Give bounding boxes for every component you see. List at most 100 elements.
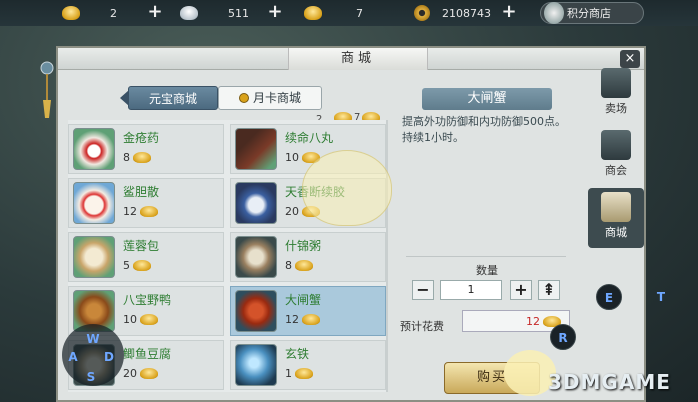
hotkey-s[interactable]: S — [78, 364, 104, 390]
ticket-count: 7 — [356, 6, 363, 20]
hotkey-d[interactable]: D — [96, 344, 122, 370]
item-price: 12 — [123, 205, 158, 218]
item-name: 什锦粥 — [285, 239, 322, 253]
steamed-bun-icon — [73, 236, 115, 278]
list-item[interactable]: 鲨胆散 12 — [68, 178, 224, 228]
points-shop-label: 积分商店 — [567, 7, 611, 20]
porridge-bowl-icon — [235, 236, 277, 278]
add-gold-button[interactable]: + — [146, 2, 164, 22]
quantity-input[interactable]: 1 — [440, 280, 502, 300]
medicine-bottle-icon — [73, 128, 115, 170]
ingot-icon — [140, 206, 158, 217]
ticket-resource: 7 — [304, 3, 363, 23]
sidebar-item-guild[interactable]: 商会 — [588, 126, 644, 186]
ticket-ingot-icon — [304, 6, 322, 20]
shop-sidebar: 卖场 商会 商城 — [588, 64, 644, 274]
crab-icon — [235, 290, 277, 332]
window-title-bar: 商城 × — [58, 48, 644, 70]
item-price-value: 5 — [123, 259, 130, 272]
quantity-label: 数量 — [476, 264, 498, 277]
sidebar-item-mall[interactable]: 商城 — [588, 188, 644, 248]
list-scroll-divider — [386, 120, 388, 392]
points-shop-button[interactable]: 积分商店 — [540, 2, 644, 24]
item-name: 玄铁 — [285, 347, 310, 361]
item-price-value: 10 — [285, 151, 299, 164]
list-item[interactable]: 莲蓉包 5 — [68, 232, 224, 282]
item-name: 莲蓉包 — [123, 239, 160, 253]
tassel-ornament-icon — [40, 61, 54, 118]
list-item[interactable]: 玄铁 1 — [230, 340, 386, 390]
item-price: 12 — [285, 313, 320, 326]
list-item[interactable]: 金疮药 8 — [68, 124, 224, 174]
item-price-value: 10 — [123, 313, 137, 326]
list-item[interactable]: 什锦粥 8 — [230, 232, 386, 282]
shop-tabs: 元宝商城 月卡商城 — [128, 86, 323, 110]
ingot-icon — [140, 368, 158, 379]
hotkey-e[interactable]: E — [596, 284, 622, 310]
item-price: 1 — [285, 367, 313, 380]
pavilion-icon — [601, 68, 631, 98]
cost-label: 预计花费 — [400, 320, 444, 333]
item-price: 8 — [123, 151, 151, 164]
item-price-value: 12 — [123, 205, 137, 218]
monthcard-badge-icon — [239, 93, 250, 103]
sidebar-item-label: 商城 — [605, 226, 627, 239]
coin-count: 2108743 — [442, 6, 491, 20]
silver-count: 511 — [228, 6, 249, 20]
item-name: 大闸蟹 — [285, 293, 322, 307]
ingot-icon — [302, 314, 320, 325]
cost-value: 12 — [526, 314, 540, 328]
gold-count: 2 — [110, 6, 117, 20]
gold-resource: 2 — [62, 3, 117, 23]
pill-box-icon — [235, 128, 277, 170]
list-item-selected[interactable]: 大闸蟹 12 — [230, 286, 386, 336]
item-price-value: 1 — [285, 367, 292, 380]
item-name: 鲨胆散 — [123, 185, 160, 199]
quantity-plus-button[interactable]: + — [510, 280, 532, 300]
item-price: 10 — [123, 313, 158, 326]
gold-ingot-icon — [62, 6, 80, 20]
merchant-icon — [544, 2, 564, 24]
sidebar-item-label: 商会 — [605, 164, 627, 177]
tab-monthcard-shop[interactable]: 月卡商城 — [218, 86, 323, 110]
item-name: 鲫鱼豆腐 — [123, 347, 172, 361]
tab-monthcard-label: 月卡商城 — [253, 91, 302, 105]
tower-icon — [601, 130, 631, 160]
item-price: 20 — [123, 367, 158, 380]
black-iron-ore-icon — [235, 344, 277, 386]
hotkey-r[interactable]: R — [550, 324, 576, 350]
add-silver-button[interactable]: + — [266, 2, 284, 22]
item-price: 5 — [123, 259, 151, 272]
item-price-value: 20 — [285, 205, 299, 218]
item-detail-panel: 大闸蟹 提高外功防御和内功防御500点。持续1小时。 数量 − 1 + ⇞ 预计… — [396, 86, 576, 396]
game-screen: 2 + 511 + 7 2108743 + 积分商店 商城 × 元宝商城 月卡商… — [0, 0, 698, 402]
resource-bar: 2 + 511 + 7 2108743 + 积分商店 — [0, 0, 698, 26]
gourd-bottle-icon — [73, 182, 115, 224]
sidebar-item-market[interactable]: 卖场 — [588, 64, 644, 124]
silver-ingot-icon — [180, 6, 198, 20]
copper-coin-icon — [414, 5, 430, 21]
ingot-icon — [295, 260, 313, 271]
quantity-minus-button[interactable]: − — [412, 280, 434, 300]
item-price-value: 20 — [123, 367, 137, 380]
shop-building-icon — [601, 192, 631, 222]
item-price-value: 8 — [285, 259, 292, 272]
tab-ingot-shop[interactable]: 元宝商城 — [128, 86, 219, 110]
item-name: 金疮药 — [123, 131, 160, 145]
add-coin-button[interactable]: + — [500, 2, 518, 22]
detail-item-name: 大闸蟹 — [422, 88, 552, 110]
hotkey-t[interactable]: T — [648, 284, 674, 310]
coin-resource: 2108743 — [414, 3, 491, 23]
ingot-icon — [295, 368, 313, 379]
ingot-icon — [140, 314, 158, 325]
item-price: 8 — [285, 259, 313, 272]
item-name: 续命八丸 — [285, 131, 334, 145]
quantity-max-button[interactable]: ⇞ — [538, 280, 560, 300]
silver-resource: 511 — [180, 3, 249, 23]
ingot-icon — [133, 152, 151, 163]
detail-description: 提高外功防御和内功防御500点。持续1小时。 — [402, 115, 566, 144]
window-title: 商城 — [288, 48, 428, 70]
item-price-value: 12 — [285, 313, 299, 326]
porcelain-vase-icon — [235, 182, 277, 224]
sidebar-item-label: 卖场 — [605, 102, 627, 115]
